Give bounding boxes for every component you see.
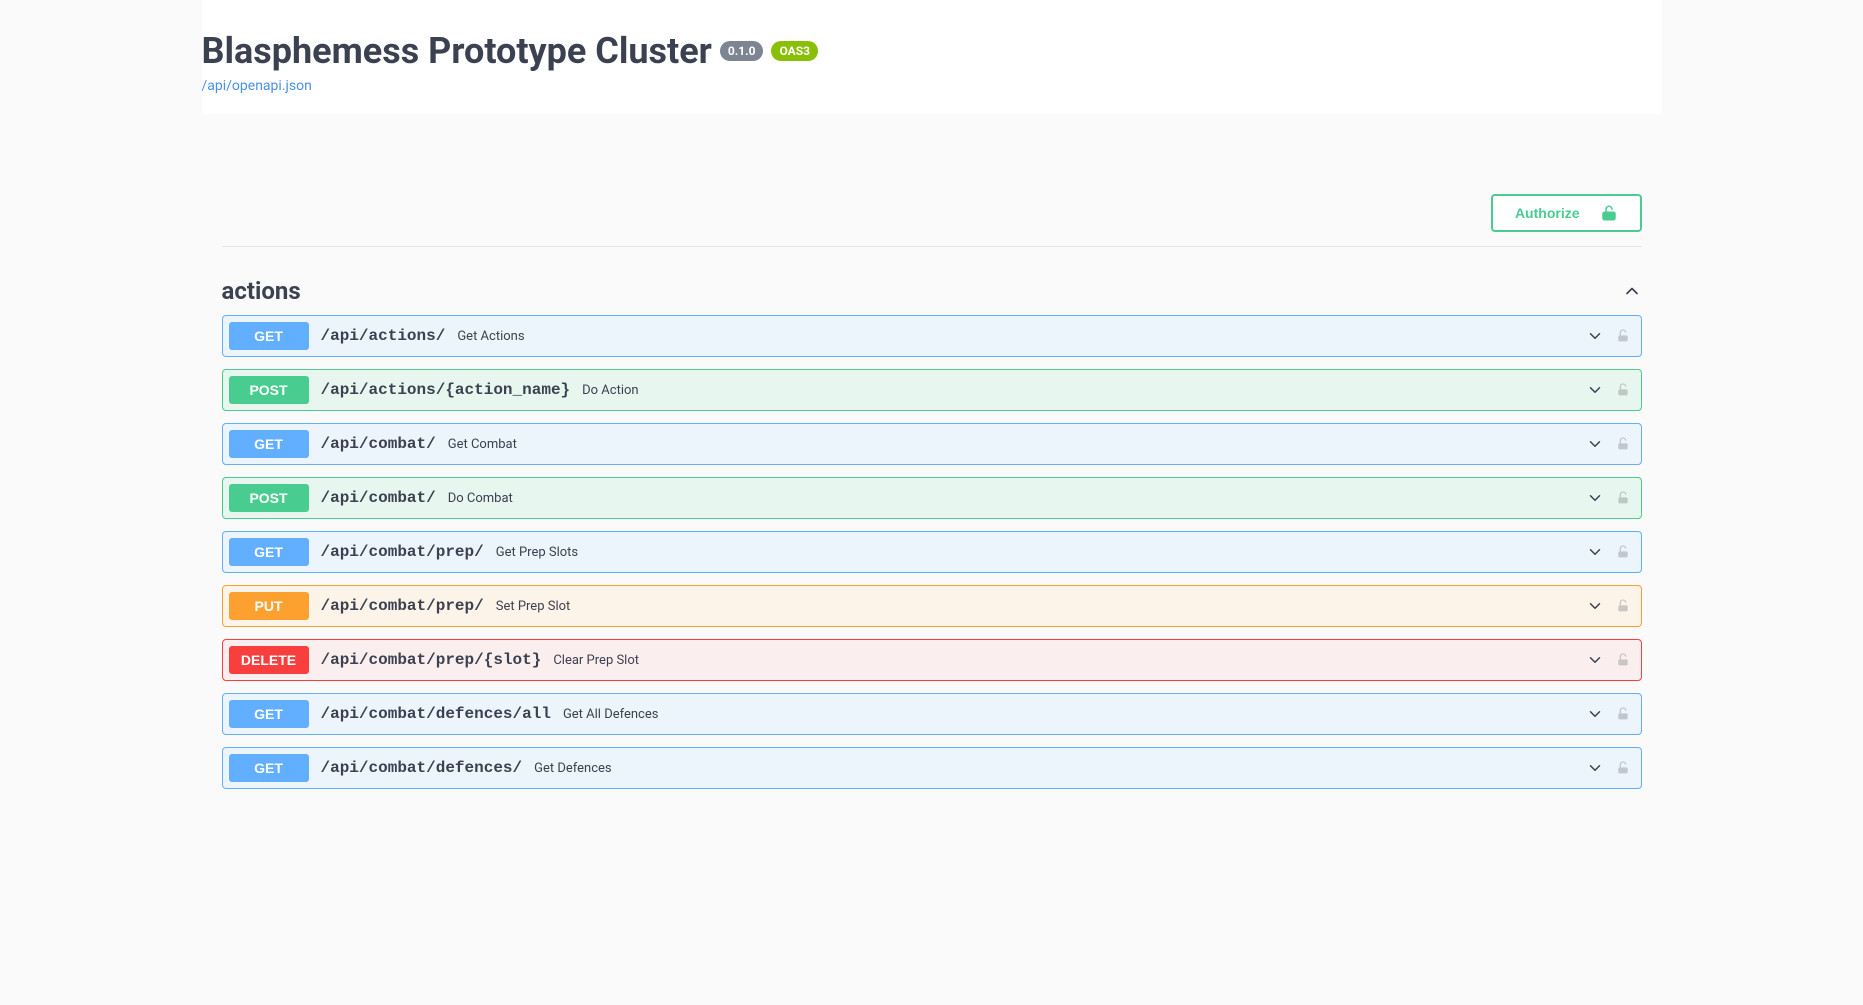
operation-summary: Get Combat	[448, 437, 517, 452]
operation-summary: Get All Defences	[563, 707, 659, 722]
operations-list: GET/api/actions/Get Actions POST/api/acti…	[222, 315, 1642, 789]
page-title: Blasphemess Prototype Cluster	[202, 30, 712, 72]
section-title: actions	[222, 277, 301, 305]
operation-row[interactable]: POST/api/combat/Do Combat	[222, 477, 1642, 519]
authorize-button[interactable]: Authorize	[1491, 194, 1642, 232]
method-badge: GET	[229, 754, 309, 782]
lock-icon[interactable]	[1615, 382, 1631, 398]
section-toggle-actions[interactable]: actions	[222, 267, 1642, 315]
operation-summary: Do Combat	[448, 491, 513, 506]
operation-summary: Get Actions	[457, 329, 524, 344]
method-badge: GET	[229, 430, 309, 458]
chevron-down-icon	[1585, 542, 1605, 562]
operation-summary: Do Action	[582, 383, 638, 398]
oas-badge: OAS3	[771, 41, 818, 61]
method-badge: POST	[229, 484, 309, 512]
lock-icon[interactable]	[1615, 598, 1631, 614]
chevron-down-icon	[1585, 434, 1605, 454]
lock-icon[interactable]	[1615, 760, 1631, 776]
method-badge: GET	[229, 322, 309, 350]
operation-row[interactable]: POST/api/actions/{action_name} Do Action	[222, 369, 1642, 411]
chevron-down-icon	[1585, 488, 1605, 508]
operation-summary: Set Prep Slot	[496, 599, 571, 614]
operation-path: /api/actions/	[321, 327, 446, 345]
operation-row[interactable]: GET/api/combat/prep/Get Prep Slots	[222, 531, 1642, 573]
operation-path: /api/combat/prep/	[321, 597, 484, 615]
operation-path: /api/combat/prep/	[321, 543, 484, 561]
operation-path: /api/combat/defences/all	[321, 705, 551, 723]
method-badge: GET	[229, 700, 309, 728]
operation-row[interactable]: GET/api/combat/defences/Get Defences	[222, 747, 1642, 789]
unlock-icon	[1600, 204, 1618, 222]
lock-icon[interactable]	[1615, 490, 1631, 506]
chevron-down-icon	[1585, 650, 1605, 670]
operation-path: /api/combat/	[321, 489, 436, 507]
version-badge: 0.1.0	[720, 41, 764, 61]
lock-icon[interactable]	[1615, 328, 1631, 344]
authorize-label: Authorize	[1515, 205, 1580, 221]
method-badge: POST	[229, 376, 309, 404]
chevron-up-icon	[1622, 281, 1642, 301]
lock-icon[interactable]	[1615, 544, 1631, 560]
chevron-down-icon	[1585, 380, 1605, 400]
operation-path: /api/combat/	[321, 435, 436, 453]
operation-summary: Get Defences	[534, 761, 612, 776]
method-badge: GET	[229, 538, 309, 566]
chevron-down-icon	[1585, 326, 1605, 346]
spec-link[interactable]: /api/openapi.json	[202, 78, 312, 94]
chevron-down-icon	[1585, 704, 1605, 724]
chevron-down-icon	[1585, 758, 1605, 778]
method-badge: DELETE	[229, 646, 309, 674]
lock-icon[interactable]	[1615, 706, 1631, 722]
operation-row[interactable]: GET/api/combat/defences/all Get All Defen…	[222, 693, 1642, 735]
lock-icon[interactable]	[1615, 436, 1631, 452]
operation-row[interactable]: GET/api/actions/Get Actions	[222, 315, 1642, 357]
operation-path: /api/combat/prep/{slot}	[321, 651, 542, 669]
operation-row[interactable]: PUT/api/combat/prep/Set Prep Slot	[222, 585, 1642, 627]
operation-path: /api/actions/{action_name}	[321, 381, 571, 399]
operation-summary: Clear Prep Slot	[553, 653, 639, 668]
method-badge: PUT	[229, 592, 309, 620]
lock-icon[interactable]	[1615, 652, 1631, 668]
chevron-down-icon	[1585, 596, 1605, 616]
operation-row[interactable]: GET/api/combat/Get Combat	[222, 423, 1642, 465]
operation-row[interactable]: DELETE/api/combat/prep/{slot} Clear Prep …	[222, 639, 1642, 681]
operation-path: /api/combat/defences/	[321, 759, 523, 777]
operation-summary: Get Prep Slots	[496, 545, 578, 560]
